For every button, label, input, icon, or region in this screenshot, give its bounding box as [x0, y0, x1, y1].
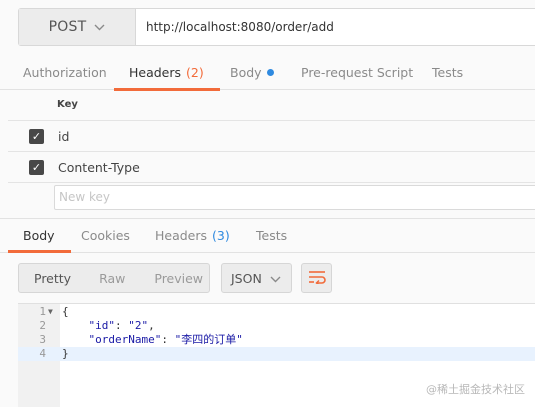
tab-label: Authorization [23, 64, 107, 80]
headers-count-badge: (2) [186, 64, 204, 80]
response-tabs: Body Cookies Headers (3) Tests [0, 218, 535, 253]
code-line-current: 4 } [18, 347, 535, 361]
json-key: "orderName" [88, 333, 162, 346]
body-indicator-dot [266, 68, 274, 76]
raw-button[interactable]: Raw [99, 271, 125, 286]
format-label: JSON [231, 270, 262, 286]
tab-cookies[interactable]: Cookies [81, 219, 130, 252]
wrap-line-button[interactable] [301, 263, 332, 293]
header-key[interactable]: Content-Type [58, 160, 140, 175]
line-number: 4 [39, 347, 46, 360]
tab-label: Pre-request Script [301, 64, 414, 80]
json-value: "李四的订单" [174, 333, 243, 346]
code-text: } [62, 347, 69, 360]
tab-tests[interactable]: Tests [432, 54, 463, 90]
url-text: http://localhost:8080/order/add [146, 20, 334, 34]
json-comma: , [148, 319, 155, 332]
preview-button[interactable]: Preview [154, 271, 203, 286]
url-bar: POST http://localhost:8080/order/add [18, 8, 535, 46]
json-value: "2" [128, 319, 149, 332]
new-key-input[interactable]: New key [54, 185, 535, 210]
code-line: 2 "id": "2", [18, 319, 535, 333]
code-line: 3 "orderName": "李四的订单" [18, 333, 535, 347]
tab-label: Tests [256, 228, 288, 243]
postman-window: POST http://localhost:8080/order/add Aut… [0, 0, 535, 407]
line-number: 1 [39, 305, 46, 318]
header-checkbox[interactable]: ✓ [29, 159, 44, 175]
key-column-header: Key [57, 99, 78, 110]
tab-label: Cookies [81, 228, 130, 243]
header-row: ✓ Content-Type [8, 152, 535, 182]
header-row: ✓ id [8, 121, 535, 151]
line-number: 2 [39, 319, 46, 332]
header-checkbox[interactable]: ✓ [29, 128, 44, 144]
format-select[interactable]: JSON [221, 263, 292, 293]
tab-headers[interactable]: Headers (2) [114, 54, 220, 91]
method-label: POST [48, 19, 87, 35]
tab-label: Body [230, 64, 262, 80]
fold-arrow-icon[interactable]: ▼ [48, 305, 53, 319]
json-key: "id" [88, 319, 116, 332]
chevron-down-icon [270, 271, 281, 286]
response-headers-count-badge: (3) [212, 228, 230, 243]
headers-table: Key ✓ id ✓ Content-Type New key [0, 91, 535, 211]
tab-authorization[interactable]: Authorization [23, 54, 107, 90]
header-key[interactable]: id [58, 129, 69, 144]
code-text: { [62, 305, 69, 318]
tab-body[interactable]: Body [230, 54, 274, 90]
tab-response-body[interactable]: Body [8, 219, 70, 253]
url-input[interactable]: http://localhost:8080/order/add [136, 9, 535, 45]
line-number: 3 [39, 333, 46, 346]
tab-label: Headers [129, 64, 182, 80]
request-tabs: Authorization Headers (2) Body Pre-reque… [0, 54, 535, 91]
tab-response-tests[interactable]: Tests [256, 219, 287, 252]
tab-pre-request-script[interactable]: Pre-request Script [301, 54, 413, 90]
chevron-down-icon [94, 19, 105, 35]
view-mode-selector: Pretty Raw Preview [18, 263, 210, 293]
code-line: 1 ▼ { [18, 305, 535, 319]
tab-label: Body [23, 228, 55, 243]
code-text: "orderName": "李四的订单" [88, 333, 243, 346]
tab-label: Tests [432, 64, 464, 80]
tab-response-headers[interactable]: Headers (3) [155, 219, 230, 252]
tab-label: Headers [155, 228, 208, 243]
code-text: "id": "2", [88, 319, 155, 332]
method-select[interactable]: POST [19, 9, 136, 45]
wrap-lines-icon [308, 269, 326, 288]
row-divider [8, 182, 535, 183]
watermark: @稀土掘金技术社区 [426, 383, 525, 396]
pretty-button[interactable]: Pretty [34, 271, 71, 286]
